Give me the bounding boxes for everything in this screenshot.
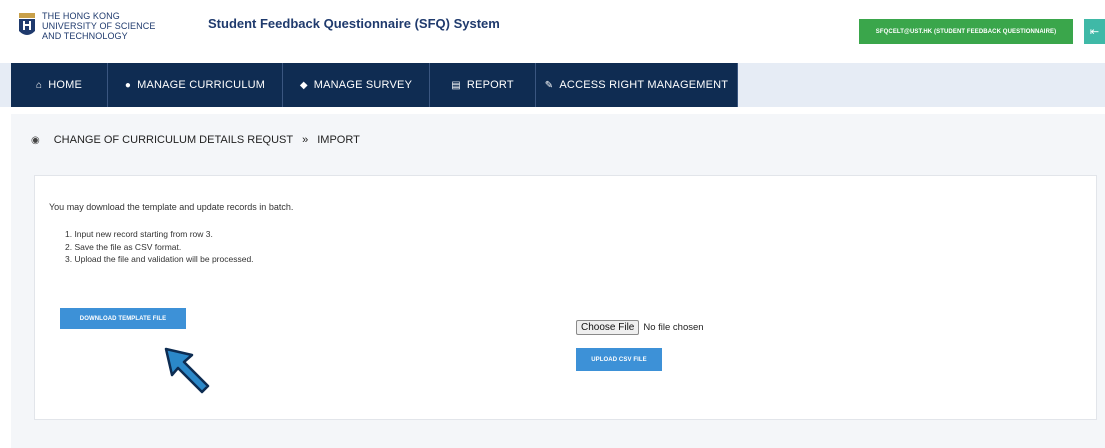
nav-access-right-management[interactable]: ✎ ACCESS RIGHT MANAGEMENT [536, 63, 738, 107]
breadcrumb: ◉ CHANGE OF CURRICULUM DETAILS REQUST » … [31, 134, 360, 146]
breadcrumb-item-curriculum-request[interactable]: CHANGE OF CURRICULUM DETAILS REQUST [54, 134, 293, 146]
cube-icon: ◆ [299, 79, 308, 91]
breadcrumb-item-import: IMPORT [317, 134, 360, 146]
upload-csv-button[interactable]: UPLOAD CSV FILE [576, 348, 662, 371]
user-account-button[interactable]: SFQCELT@UST.HK (STUDENT FEEDBACK QUESTIO… [859, 19, 1073, 44]
pointer-arrow-icon [164, 347, 210, 394]
nav-access-right-management-label: ACCESS RIGHT MANAGEMENT [559, 79, 729, 91]
nav-home-label: HOME [48, 79, 83, 91]
university-name: THE HONG KONG UNIVERSITY OF SCIENCE AND … [42, 11, 155, 41]
system-title: Student Feedback Questionnaire (SFQ) Sys… [208, 16, 500, 31]
step-3: 3. Upload the file and validation will b… [65, 254, 254, 264]
nav-manage-survey-label: MANAGE SURVEY [313, 79, 413, 91]
download-template-button[interactable]: DOWNLOAD TEMPLATE FILE [60, 308, 186, 329]
university-crest-icon [19, 13, 35, 35]
pencil-icon: ✎ [544, 79, 554, 91]
logout-icon[interactable]: ⇤ [1084, 19, 1105, 44]
nav-report-label: REPORT [466, 79, 514, 91]
university-line-1: THE HONG KONG [42, 11, 120, 21]
header: THE HONG KONG UNIVERSITY OF SCIENCE AND … [0, 0, 1105, 60]
step-1: 1. Input new record starting from row 3. [65, 229, 213, 239]
choose-file-button[interactable]: Choose File [576, 320, 640, 335]
import-instructions: You may download the template and update… [49, 202, 294, 212]
main-content: ◉ CHANGE OF CURRICULUM DETAILS REQUST » … [11, 114, 1105, 448]
import-steps: 1. Input new record starting from row 3.… [65, 228, 254, 266]
nav-manage-survey[interactable]: ◆ MANAGE SURVEY [283, 63, 430, 107]
university-line-3: AND TECHNOLOGY [42, 31, 128, 41]
report-icon: ▤ [451, 79, 461, 91]
nav-manage-curriculum-label: MANAGE CURRICULUM [137, 79, 266, 91]
university-logo[interactable]: THE HONG KONG UNIVERSITY OF SCIENCE AND … [18, 11, 155, 41]
nav-home[interactable]: ⌂ HOME [11, 63, 108, 107]
breadcrumb-separator: » [302, 134, 309, 146]
home-icon: ⌂ [35, 79, 43, 91]
nav-report[interactable]: ▤ REPORT [430, 63, 536, 107]
file-input: Choose File No file chosen [576, 320, 704, 335]
main-nav: ⌂ HOME ● MANAGE CURRICULUM ◆ MANAGE SURV… [11, 63, 738, 107]
comment-icon: ● [124, 79, 132, 91]
file-status-text: No file chosen [643, 322, 704, 333]
university-line-2: UNIVERSITY OF SCIENCE [42, 21, 156, 31]
dashboard-icon[interactable]: ◉ [31, 135, 40, 146]
nav-manage-curriculum[interactable]: ● MANAGE CURRICULUM [108, 63, 283, 107]
step-2: 2. Save the file as CSV format. [65, 241, 182, 252]
main-navbar: ⌂ HOME ● MANAGE CURRICULUM ◆ MANAGE SURV… [0, 63, 1105, 107]
